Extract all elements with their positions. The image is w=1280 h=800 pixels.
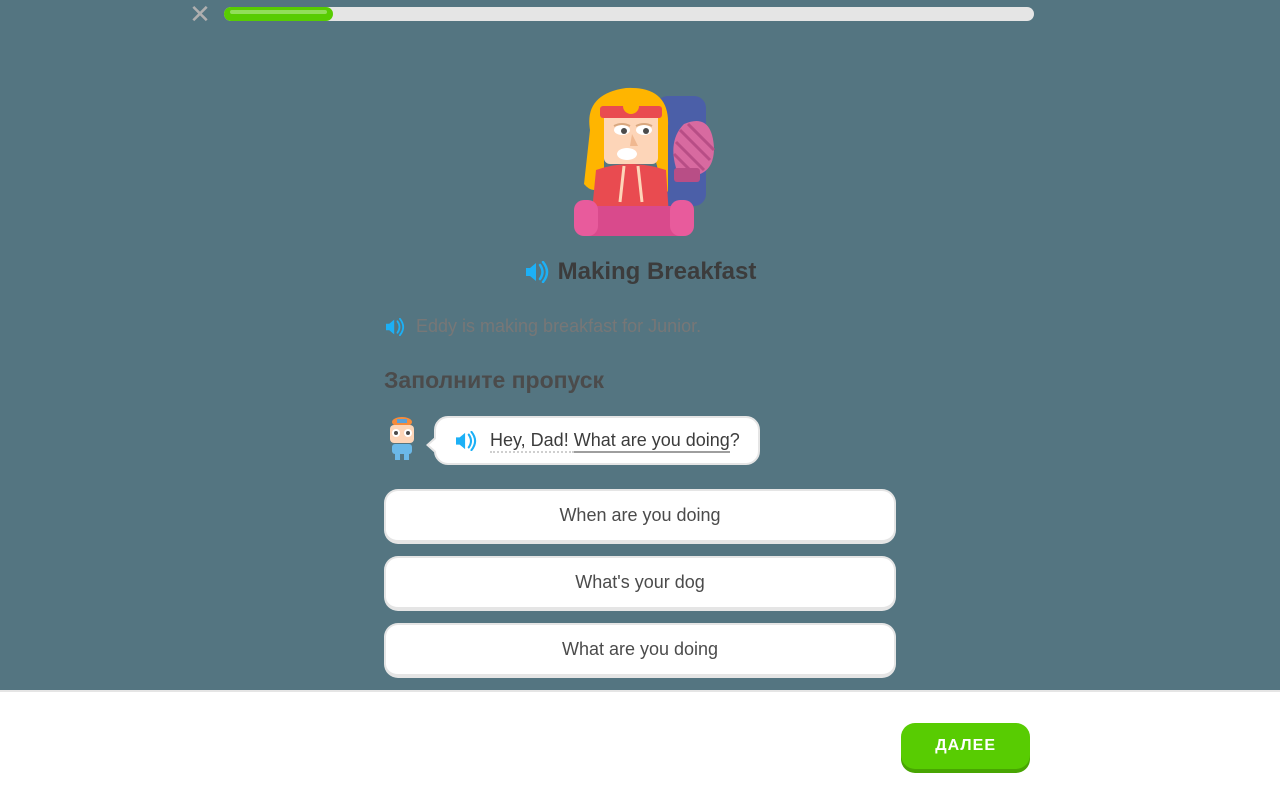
progress-fill	[224, 7, 333, 21]
speech-prefix: Hey, Dad!	[490, 430, 574, 453]
context-text: Eddy is making breakfast for Junior.	[416, 316, 701, 337]
top-bar: ✕	[0, 0, 1280, 24]
option-button[interactable]: What's your dog	[384, 556, 896, 611]
context-row: Eddy is making breakfast for Junior.	[384, 316, 896, 337]
progress-bar	[224, 7, 1034, 21]
speech-blank: What are you doing	[574, 430, 730, 453]
footer-bar: ДАЛЕЕ	[0, 690, 1280, 800]
speaker-icon[interactable]	[384, 318, 406, 336]
option-button[interactable]: What are you doing	[384, 623, 896, 678]
prompt-label: Заполните пропуск	[384, 367, 896, 394]
story-illustration	[560, 84, 720, 244]
story-title: Making Breakfast	[558, 258, 757, 286]
story-title-row: Making Breakfast	[524, 258, 757, 286]
option-button[interactable]: When are you doing	[384, 489, 896, 544]
dialogue-row: Hey, Dad! What are you doing?	[384, 416, 896, 465]
speech-suffix: ?	[730, 430, 740, 450]
speaker-icon[interactable]	[524, 261, 550, 283]
character-avatar-junior	[384, 416, 420, 460]
speech-text: Hey, Dad! What are you doing?	[490, 430, 740, 451]
answer-options: When are you doing What's your dog What …	[384, 489, 896, 678]
speech-bubble: Hey, Dad! What are you doing?	[434, 416, 760, 465]
exercise-area: Making Breakfast Eddy is making breakfas…	[0, 24, 1280, 690]
next-button[interactable]: ДАЛЕЕ	[901, 723, 1030, 769]
speaker-icon[interactable]	[454, 431, 478, 451]
